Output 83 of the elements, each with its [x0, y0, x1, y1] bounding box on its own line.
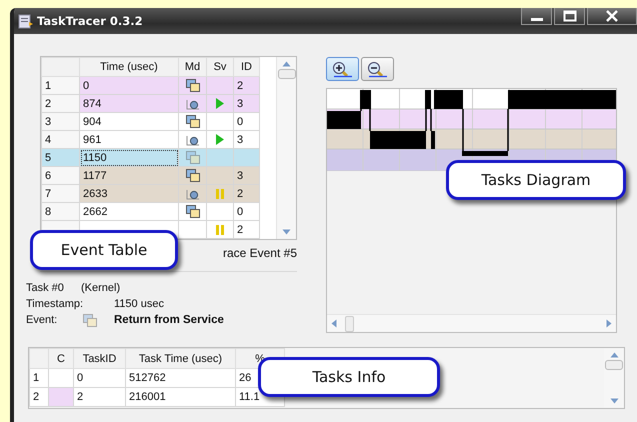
task-label: Task #0 [26, 282, 65, 294]
windows-icon [83, 314, 97, 326]
right-arrow-icon [606, 319, 612, 328]
column-header[interactable]: Sv [206, 58, 234, 76]
table-cell: 2 [74, 388, 126, 406]
header-corner [42, 58, 80, 76]
windows-icon [186, 115, 200, 128]
task-name: (Kernel) [81, 282, 120, 294]
row-number: 8 [42, 202, 80, 220]
windows-icon [186, 169, 200, 182]
column-header[interactable]: Md [178, 58, 206, 76]
scroll-thumb[interactable] [345, 316, 354, 332]
zoom-out-icon [366, 60, 388, 78]
row-number: 1 [42, 76, 80, 94]
table-cell: 0 [74, 368, 126, 388]
callout-label: Tasks Diagram [446, 160, 626, 200]
table-cell: 216001 [126, 388, 236, 406]
table-cell: 3 [234, 130, 260, 148]
timestamp-label: Timestamp: [26, 298, 84, 310]
minimize-button[interactable] [521, 8, 552, 25]
row-number: 2 [42, 94, 80, 112]
table-cell: 11.1 [239, 391, 260, 403]
table-cell: 1150 [80, 148, 178, 166]
windows-icon [186, 151, 200, 164]
ball-icon [186, 97, 200, 110]
scroll-thumb[interactable] [278, 69, 296, 79]
column-header[interactable]: TaskID [74, 348, 126, 368]
row-number: 3 [42, 112, 80, 130]
up-arrow-icon [610, 352, 618, 358]
maximize-icon [562, 10, 576, 22]
event-name: Return from Service [114, 314, 224, 326]
timestamp-value: 1150 usec [114, 298, 164, 310]
row-number: 4 [42, 130, 80, 148]
ball-icon [186, 133, 200, 146]
column-header[interactable]: Time (usec) [80, 58, 178, 76]
play-icon [215, 133, 225, 146]
row-number: 6 [42, 166, 80, 184]
zoom-in-button[interactable] [326, 57, 359, 81]
down-arrow-icon [610, 398, 618, 404]
column-header[interactable]: ID [234, 58, 260, 76]
table-cell: 1177 [80, 166, 178, 184]
close-icon [605, 10, 619, 22]
table-cell: 0 [234, 202, 260, 220]
windows-icon [186, 205, 200, 218]
table-cell: 961 [80, 130, 178, 148]
close-button[interactable] [587, 8, 637, 25]
maximize-button[interactable] [554, 8, 585, 25]
column-header[interactable]: Task Time (usec) [126, 348, 236, 368]
table-cell: 3 [234, 166, 260, 184]
table-cell: 3 [234, 94, 260, 112]
trace-label: race Event #5 [222, 246, 297, 260]
table-cell: 2 [234, 76, 260, 94]
ball-icon [186, 187, 200, 200]
table-cell: 2633 [80, 184, 178, 202]
down-arrow-icon [282, 229, 291, 235]
horizontal-scrollbar[interactable] [327, 314, 616, 332]
row-number: 5 [42, 148, 80, 166]
windows-icon [186, 79, 200, 92]
scroll-thumb[interactable] [605, 360, 623, 370]
pause-icon [214, 188, 226, 200]
table-cell: 874 [80, 94, 178, 112]
row-number: 7 [42, 184, 80, 202]
play-icon [215, 97, 225, 110]
zoom-in-icon [332, 60, 354, 78]
table-cell: 2662 [80, 202, 178, 220]
zoom-out-button[interactable] [361, 57, 394, 81]
callout-label: Event Table [30, 230, 178, 270]
table-cell: 0 [80, 76, 178, 94]
pause-icon [214, 224, 226, 236]
left-arrow-icon [331, 319, 337, 328]
column-header[interactable]: C [48, 348, 74, 368]
table-cell: 2 [234, 184, 260, 202]
event-label: Event: [26, 314, 58, 326]
table-cell: 26 [239, 372, 252, 384]
minimize-icon [530, 18, 542, 20]
table-cell: 0 [234, 112, 260, 130]
window-title: TaskTracer 0.3.2 [37, 14, 144, 28]
table-cell: 512762 [126, 368, 236, 388]
table-cell: 2 [234, 220, 260, 238]
table-cell: 904 [80, 112, 178, 130]
app-icon [18, 14, 34, 28]
up-arrow-icon [282, 61, 291, 67]
vertical-scrollbar[interactable] [276, 57, 296, 239]
